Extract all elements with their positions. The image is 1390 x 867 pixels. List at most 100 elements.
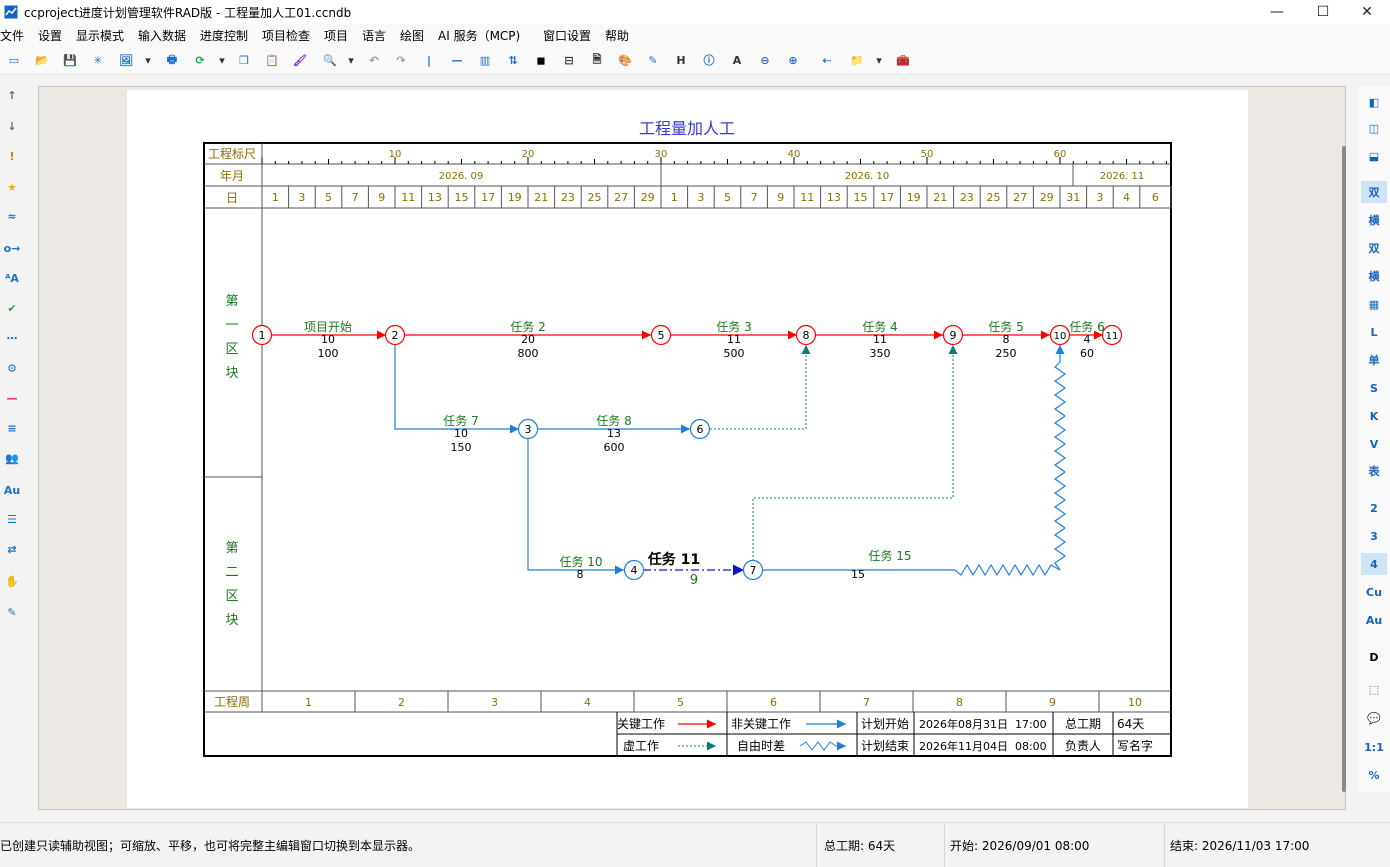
day-label: 21 [534,191,548,204]
node-11[interactable]: 11 [1101,324,1123,346]
network-plan: 工程量加人工 工程标尺 年月 日 工程周 10 20 30 40 50 60 2026. … [203,119,1172,757]
day-label: 3 [1096,191,1103,204]
task-1[interactable]: 项目开始10100 [304,320,352,360]
status-start: 开始: 2026/09/01 08:00 [950,839,1090,853]
week-label: 2 [398,696,405,709]
node-10[interactable]: 10 [1049,324,1071,346]
week-label: 3 [491,696,498,709]
task-6[interactable]: 任务 6460 [1069,319,1104,360]
task-quantity: 100 [318,347,339,360]
day-label: 17 [481,191,495,204]
task-name: 任务 4 [862,319,897,334]
day-row-label: 日 [226,191,238,205]
zone-label-char: 第 [225,541,238,556]
week-row-label: 工程周 [214,694,250,709]
task-duration: 8 [577,568,584,581]
node-4[interactable]: 4 [623,559,645,581]
week-label: 10 [1128,696,1142,709]
node-9[interactable]: 9 [942,324,964,346]
plan-end-value: 2026年11月04日 08:00 [919,739,1047,753]
week-label: 6 [770,696,777,709]
day-label: 13 [827,191,841,204]
ruler-row-label: 工程标尺 [208,146,256,161]
status-end: 结束: 2026/11/03 17:00 [1170,839,1310,853]
chart-title: 工程量加人工 [639,119,735,138]
task-duration: 10 [321,333,335,346]
day-label: 1 [671,191,678,204]
node-number: 7 [750,564,757,577]
day-label: 29 [641,191,655,204]
day-label: 17 [880,191,894,204]
node-7[interactable]: 7 [742,559,764,581]
ruler-tick-label: 30 [655,149,668,160]
task-duration: 10 [454,427,468,440]
status-bar: 已创建只读辅助视图；可缩放、平移，也可将完整主编辑窗口切换到本显示器。 总工期:… [0,822,1390,867]
legend-float-label: 自由时差 [737,739,785,753]
day-label: 6 [1152,191,1159,204]
zone-label-char: 区 [225,589,238,604]
day-label: 27 [614,191,628,204]
plan-frame [203,142,1172,757]
day-label: 31 [1066,191,1080,204]
month-label: 2026. 10 [845,171,890,182]
day-label: 7 [352,191,359,204]
ruler-tick-label: 20 [522,149,535,160]
dummy-7-9 [752,345,958,561]
node-3[interactable]: 3 [517,418,539,440]
nodes: 1 2 3 4 5 6 7 8 9 10 11 [251,324,1123,581]
day-cells: 1 3 5 7 9 11 13 15 17 19 21 23 25 27 29 1 3 5 7 9 11 13 15 17 19… [272,186,1172,208]
plan-end-label: 计划结束 [861,739,909,753]
node-6[interactable]: 6 [689,418,711,440]
task-labels: 项目开始10100 任务 220800 任务 311500 任务 411350 任务 5… [304,319,1105,588]
task-duration: 13 [607,427,621,440]
task-name: 任务 3 [716,319,751,334]
task-duration: 4 [1084,333,1091,346]
total-duration-value: 64天 [1117,717,1144,731]
day-label: 19 [907,191,921,204]
task-name: 任务 7 [443,413,478,428]
task-name: 任务 5 [988,319,1023,334]
legend-dummy-label: 虚工作 [623,739,659,753]
node-1[interactable]: 1 [251,324,273,346]
node-5[interactable]: 5 [650,324,672,346]
owner-value: 写名字 [1117,738,1153,753]
plan-start-label: 计划开始 [861,717,909,731]
legend-critical-label: 关键工作 [617,717,665,731]
task-8[interactable]: 任务 813600 [596,413,631,454]
week-label: 4 [584,696,591,709]
node-2[interactable]: 2 [384,324,406,346]
task-3[interactable]: 任务 311500 [716,319,751,360]
day-label: 4 [1123,191,1130,204]
day-label: 11 [401,191,415,204]
day-label: 11 [800,191,814,204]
node-number: 6 [697,423,704,436]
float-zigzag-7 [954,563,1061,577]
zone-labels: 第一区块第二区块 [225,294,238,628]
task-9[interactable]: 任务 108 [559,554,602,581]
task-name: 任务 2 [510,319,545,334]
plan-start-value: 2026年08月31日 17:00 [919,717,1047,731]
zone-label-char: 第 [225,294,238,309]
day-label: 5 [325,191,332,204]
ruler-tick-label: 40 [788,149,801,160]
task-duration: 15 [851,568,865,581]
zone-label-char: 一 [225,318,238,333]
task-2[interactable]: 任务 220800 [510,319,545,360]
node-number: 4 [631,564,638,577]
day-label: 1 [272,191,279,204]
task-7[interactable]: 任务 710150 [443,413,478,454]
zone-label-char: 区 [225,342,238,357]
task-4[interactable]: 任务 411350 [862,319,897,360]
node-number: 1 [259,329,266,342]
legend-float-line [799,741,846,751]
task-quantity: 60 [1080,347,1094,360]
task-11[interactable]: 任务 1515 [851,548,912,581]
task-quantity: 350 [870,347,891,360]
day-label: 9 [777,191,784,204]
zone-label-char: 块 [225,366,238,381]
node-8[interactable]: 8 [795,324,817,346]
float-zigzag-vertical [1053,345,1067,571]
task-5[interactable]: 任务 58250 [988,319,1023,360]
task-duration: 8 [1003,333,1010,346]
ruler-tick-label: 60 [1054,149,1067,160]
